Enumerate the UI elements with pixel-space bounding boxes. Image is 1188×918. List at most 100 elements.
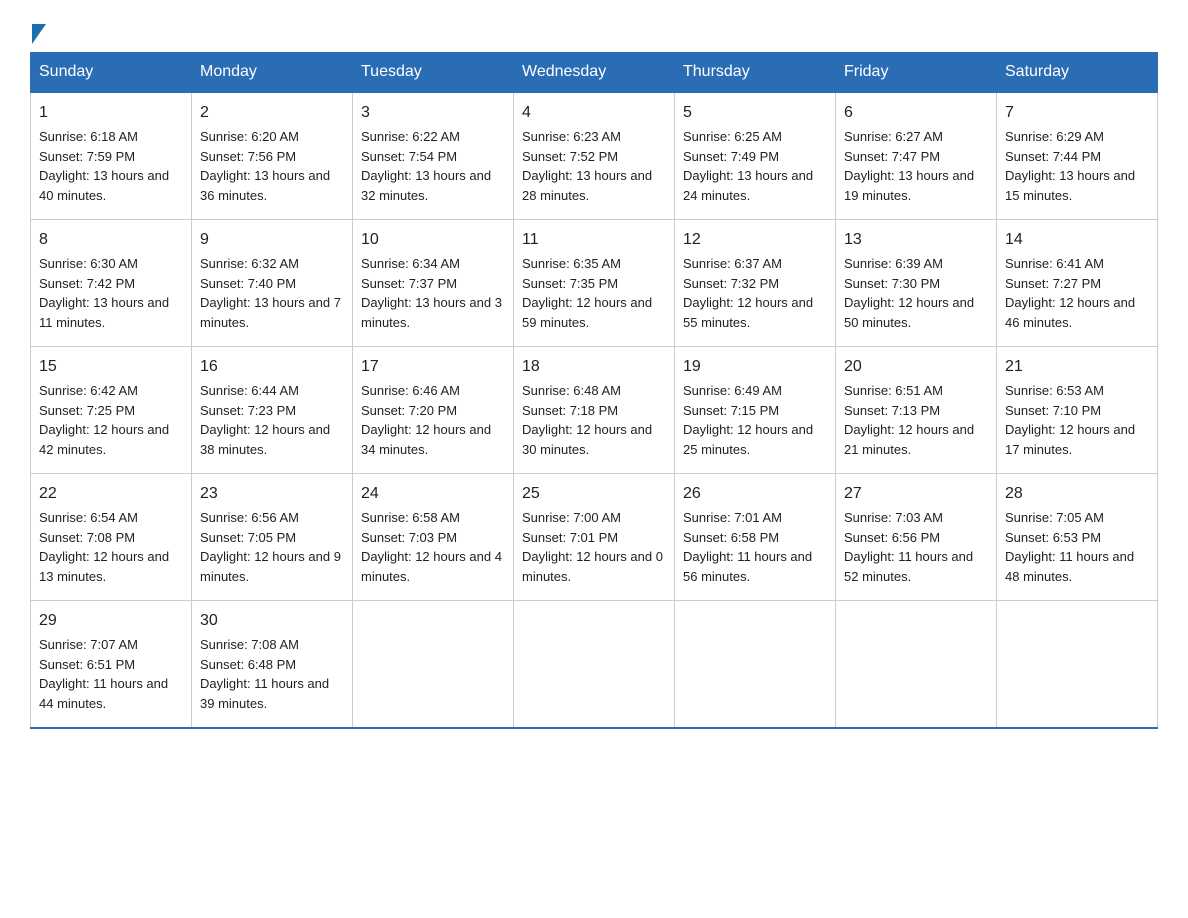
- day-number: 22: [39, 482, 183, 506]
- day-number: 20: [844, 355, 988, 379]
- day-number: 19: [683, 355, 827, 379]
- calendar-cell: 19 Sunrise: 6:49 AMSunset: 7:15 PMDaylig…: [675, 347, 836, 474]
- day-number: 9: [200, 228, 344, 252]
- header-tuesday: Tuesday: [353, 53, 514, 93]
- header-sunday: Sunday: [31, 53, 192, 93]
- day-number: 26: [683, 482, 827, 506]
- day-number: 27: [844, 482, 988, 506]
- calendar-cell: 20 Sunrise: 6:51 AMSunset: 7:13 PMDaylig…: [836, 347, 997, 474]
- day-info: Sunrise: 6:48 AMSunset: 7:18 PMDaylight:…: [522, 383, 652, 457]
- day-info: Sunrise: 7:07 AMSunset: 6:51 PMDaylight:…: [39, 637, 168, 711]
- calendar-cell: 16 Sunrise: 6:44 AMSunset: 7:23 PMDaylig…: [192, 347, 353, 474]
- day-info: Sunrise: 6:49 AMSunset: 7:15 PMDaylight:…: [683, 383, 813, 457]
- day-number: 18: [522, 355, 666, 379]
- day-info: Sunrise: 6:42 AMSunset: 7:25 PMDaylight:…: [39, 383, 169, 457]
- calendar-cell: [514, 601, 675, 729]
- week-row-4: 22 Sunrise: 6:54 AMSunset: 7:08 PMDaylig…: [31, 474, 1158, 601]
- day-number: 12: [683, 228, 827, 252]
- calendar-cell: 5 Sunrise: 6:25 AMSunset: 7:49 PMDayligh…: [675, 92, 836, 220]
- week-row-5: 29 Sunrise: 7:07 AMSunset: 6:51 PMDaylig…: [31, 601, 1158, 729]
- header-friday: Friday: [836, 53, 997, 93]
- calendar-cell: 21 Sunrise: 6:53 AMSunset: 7:10 PMDaylig…: [997, 347, 1158, 474]
- day-number: 4: [522, 101, 666, 125]
- day-number: 10: [361, 228, 505, 252]
- calendar-cell: 7 Sunrise: 6:29 AMSunset: 7:44 PMDayligh…: [997, 92, 1158, 220]
- calendar-cell: 9 Sunrise: 6:32 AMSunset: 7:40 PMDayligh…: [192, 220, 353, 347]
- calendar-header-row: SundayMondayTuesdayWednesdayThursdayFrid…: [31, 53, 1158, 93]
- day-number: 30: [200, 609, 344, 633]
- day-info: Sunrise: 6:56 AMSunset: 7:05 PMDaylight:…: [200, 510, 341, 584]
- week-row-3: 15 Sunrise: 6:42 AMSunset: 7:25 PMDaylig…: [31, 347, 1158, 474]
- day-number: 6: [844, 101, 988, 125]
- day-info: Sunrise: 7:01 AMSunset: 6:58 PMDaylight:…: [683, 510, 812, 584]
- calendar-cell: 27 Sunrise: 7:03 AMSunset: 6:56 PMDaylig…: [836, 474, 997, 601]
- day-info: Sunrise: 6:54 AMSunset: 7:08 PMDaylight:…: [39, 510, 169, 584]
- calendar-cell: 30 Sunrise: 7:08 AMSunset: 6:48 PMDaylig…: [192, 601, 353, 729]
- day-info: Sunrise: 6:35 AMSunset: 7:35 PMDaylight:…: [522, 256, 652, 330]
- calendar-cell: 29 Sunrise: 7:07 AMSunset: 6:51 PMDaylig…: [31, 601, 192, 729]
- day-number: 14: [1005, 228, 1149, 252]
- day-number: 5: [683, 101, 827, 125]
- day-number: 3: [361, 101, 505, 125]
- calendar-cell: 23 Sunrise: 6:56 AMSunset: 7:05 PMDaylig…: [192, 474, 353, 601]
- day-number: 28: [1005, 482, 1149, 506]
- calendar-cell: 25 Sunrise: 7:00 AMSunset: 7:01 PMDaylig…: [514, 474, 675, 601]
- day-info: Sunrise: 6:20 AMSunset: 7:56 PMDaylight:…: [200, 129, 330, 203]
- header-thursday: Thursday: [675, 53, 836, 93]
- day-info: Sunrise: 6:27 AMSunset: 7:47 PMDaylight:…: [844, 129, 974, 203]
- calendar-cell: 15 Sunrise: 6:42 AMSunset: 7:25 PMDaylig…: [31, 347, 192, 474]
- day-info: Sunrise: 6:23 AMSunset: 7:52 PMDaylight:…: [522, 129, 652, 203]
- calendar-cell: 4 Sunrise: 6:23 AMSunset: 7:52 PMDayligh…: [514, 92, 675, 220]
- day-info: Sunrise: 6:29 AMSunset: 7:44 PMDaylight:…: [1005, 129, 1135, 203]
- day-number: 16: [200, 355, 344, 379]
- day-number: 21: [1005, 355, 1149, 379]
- day-info: Sunrise: 7:00 AMSunset: 7:01 PMDaylight:…: [522, 510, 663, 584]
- day-number: 25: [522, 482, 666, 506]
- calendar-cell: 3 Sunrise: 6:22 AMSunset: 7:54 PMDayligh…: [353, 92, 514, 220]
- calendar-cell: 14 Sunrise: 6:41 AMSunset: 7:27 PMDaylig…: [997, 220, 1158, 347]
- header-monday: Monday: [192, 53, 353, 93]
- day-info: Sunrise: 6:22 AMSunset: 7:54 PMDaylight:…: [361, 129, 491, 203]
- calendar-table: SundayMondayTuesdayWednesdayThursdayFrid…: [30, 52, 1158, 729]
- day-info: Sunrise: 6:25 AMSunset: 7:49 PMDaylight:…: [683, 129, 813, 203]
- logo: [30, 20, 46, 42]
- calendar-cell: 18 Sunrise: 6:48 AMSunset: 7:18 PMDaylig…: [514, 347, 675, 474]
- day-info: Sunrise: 6:46 AMSunset: 7:20 PMDaylight:…: [361, 383, 491, 457]
- calendar-cell: 24 Sunrise: 6:58 AMSunset: 7:03 PMDaylig…: [353, 474, 514, 601]
- header-saturday: Saturday: [997, 53, 1158, 93]
- day-info: Sunrise: 6:39 AMSunset: 7:30 PMDaylight:…: [844, 256, 974, 330]
- day-info: Sunrise: 6:51 AMSunset: 7:13 PMDaylight:…: [844, 383, 974, 457]
- calendar-cell: [675, 601, 836, 729]
- logo-arrow-icon: [32, 24, 46, 44]
- calendar-cell: 11 Sunrise: 6:35 AMSunset: 7:35 PMDaylig…: [514, 220, 675, 347]
- day-number: 17: [361, 355, 505, 379]
- day-info: Sunrise: 6:58 AMSunset: 7:03 PMDaylight:…: [361, 510, 502, 584]
- day-info: Sunrise: 6:32 AMSunset: 7:40 PMDaylight:…: [200, 256, 341, 330]
- day-number: 8: [39, 228, 183, 252]
- calendar-cell: 2 Sunrise: 6:20 AMSunset: 7:56 PMDayligh…: [192, 92, 353, 220]
- day-info: Sunrise: 6:18 AMSunset: 7:59 PMDaylight:…: [39, 129, 169, 203]
- calendar-cell: 8 Sunrise: 6:30 AMSunset: 7:42 PMDayligh…: [31, 220, 192, 347]
- calendar-cell: 1 Sunrise: 6:18 AMSunset: 7:59 PMDayligh…: [31, 92, 192, 220]
- calendar-cell: 10 Sunrise: 6:34 AMSunset: 7:37 PMDaylig…: [353, 220, 514, 347]
- day-number: 1: [39, 101, 183, 125]
- calendar-cell: 22 Sunrise: 6:54 AMSunset: 7:08 PMDaylig…: [31, 474, 192, 601]
- day-info: Sunrise: 6:37 AMSunset: 7:32 PMDaylight:…: [683, 256, 813, 330]
- calendar-cell: [997, 601, 1158, 729]
- day-info: Sunrise: 6:30 AMSunset: 7:42 PMDaylight:…: [39, 256, 169, 330]
- day-info: Sunrise: 6:53 AMSunset: 7:10 PMDaylight:…: [1005, 383, 1135, 457]
- day-number: 7: [1005, 101, 1149, 125]
- calendar-cell: [836, 601, 997, 729]
- day-number: 15: [39, 355, 183, 379]
- calendar-cell: 26 Sunrise: 7:01 AMSunset: 6:58 PMDaylig…: [675, 474, 836, 601]
- week-row-1: 1 Sunrise: 6:18 AMSunset: 7:59 PMDayligh…: [31, 92, 1158, 220]
- day-info: Sunrise: 7:03 AMSunset: 6:56 PMDaylight:…: [844, 510, 973, 584]
- day-number: 23: [200, 482, 344, 506]
- day-number: 29: [39, 609, 183, 633]
- calendar-cell: 13 Sunrise: 6:39 AMSunset: 7:30 PMDaylig…: [836, 220, 997, 347]
- calendar-cell: 6 Sunrise: 6:27 AMSunset: 7:47 PMDayligh…: [836, 92, 997, 220]
- calendar-cell: 12 Sunrise: 6:37 AMSunset: 7:32 PMDaylig…: [675, 220, 836, 347]
- day-number: 24: [361, 482, 505, 506]
- calendar-cell: [353, 601, 514, 729]
- day-number: 11: [522, 228, 666, 252]
